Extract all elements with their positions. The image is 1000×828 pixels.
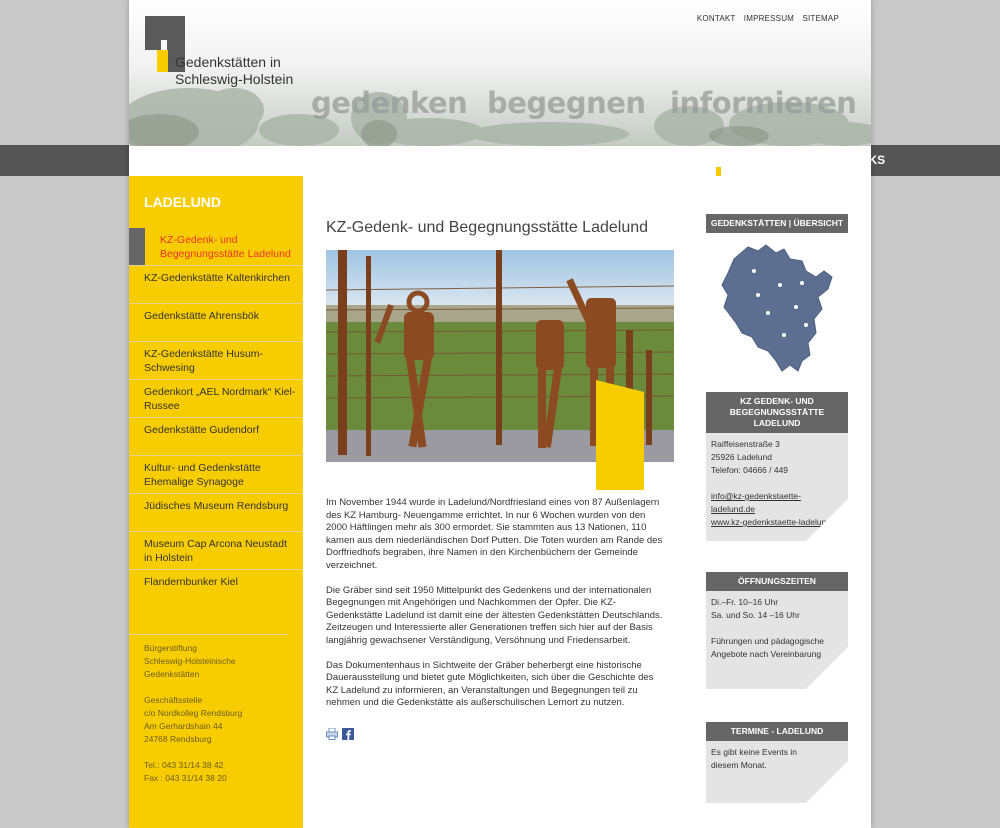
site-header: Gedenkstätten in Schleswig-Holstein KONT…	[129, 0, 871, 146]
logo-line-1: Gedenkstätten in	[175, 54, 281, 70]
facebook-icon[interactable]	[342, 728, 354, 740]
sidebar-item-ahrensboek[interactable]: Gedenkstätte Ahrensbök	[129, 303, 303, 341]
sidebar-item-husum-schwesing[interactable]: KZ-Gedenkstätte Husum-Schwesing	[129, 341, 303, 379]
folded-corner	[806, 499, 848, 541]
events-box: TERMINE - LADELUND Es gibt keine Events …	[706, 722, 848, 803]
sidebar-item-label: Museum Cap Arcona Neustadt in Holstein	[144, 538, 287, 564]
page-title: KZ-Gedenk- und Begegnungsstätte Ladelund	[326, 219, 649, 236]
slogan-begegnen: begegnen	[487, 86, 646, 120]
share-bar	[326, 728, 354, 740]
opening-hours-title: ÖFFNUNGSZEITEN	[706, 572, 848, 591]
office-line: c/o Nordkolleg Rendsburg	[144, 708, 243, 718]
sidebar-item-label: Gedenkort „AEL Nordmark“ Kiel-Russee	[144, 386, 296, 412]
sidebar-menu: KZ-Gedenk- und Begegnungsstätte Ladelund…	[129, 228, 303, 607]
org-line: Schleswig-Holsteinische	[144, 656, 236, 666]
overview-box-title: GEDENKSTÄTTEN | ÜBERSICHT	[706, 214, 848, 233]
paragraph-3: Das Dokumentenhaus in Sichtweite der Grä…	[326, 659, 654, 709]
page-container: Gedenkstätten in Schleswig-Holstein KONT…	[129, 0, 871, 828]
sidebar-title: LADELUND	[144, 194, 221, 210]
hours-line: Führungen und pädagogische	[711, 636, 824, 646]
sidebar-item-label: Jüdisches Museum Rendsburg	[144, 500, 289, 512]
street: Raiffeisenstraße 3	[711, 439, 780, 449]
sidebar-item-label: Gedenkstätte Ahrensbök	[144, 310, 259, 322]
office-line: Geschäftsstelle	[144, 695, 203, 705]
top-links: KONTAKT IMPRESSUM SITEMAP	[691, 14, 839, 23]
opening-hours-box: ÖFFNUNGSZEITEN Di.–Fr. 10–16 Uhr Sa. und…	[706, 572, 848, 689]
logo-line-2: Schleswig-Holstein	[175, 71, 294, 87]
sidebar-item-label: KZ-Gedenkstätte Husum-Schwesing	[144, 348, 264, 374]
events-text: Es gibt keine Events in diesem Monat.	[711, 747, 797, 770]
nav-foerderung[interactable]: FÖRDERUNG	[416, 145, 493, 176]
impressum-link[interactable]: IMPRESSUM	[744, 14, 794, 23]
kontakt-link[interactable]: KONTAKT	[697, 14, 735, 23]
schleswig-holstein-map-icon[interactable]	[706, 237, 848, 377]
sidebar-item-synagoge[interactable]: Kultur- und Gedenkstätte Ehemalige Synag…	[129, 455, 303, 493]
contact-box: KZ GEDENK- UND BEGEGNUNGSSTÄTTE LADELUND…	[706, 392, 848, 541]
folded-corner	[806, 761, 848, 803]
city: 25926 Ladelund	[711, 452, 772, 462]
sidebar-item-ladelund[interactable]: KZ-Gedenk- und Begegnungsstätte Ladelund	[129, 228, 303, 265]
sidebar-item-label: Gedenkstätte Gudendorf	[144, 424, 259, 436]
paragraph-2: Die Gräber sind seit 1950 Mittelpunkt de…	[326, 584, 663, 646]
sidebar-item-gudendorf[interactable]: Gedenkstätte Gudendorf	[129, 417, 303, 455]
sitemap-link[interactable]: SITEMAP	[802, 14, 839, 23]
sidebar-item-kaltenkirchen[interactable]: KZ-Gedenkstätte Kaltenkirchen	[129, 265, 303, 303]
main-nav: STARTSEITE STIFTUNG FÖRDERUNG LAGSH ProG…	[230, 145, 911, 176]
print-icon[interactable]	[326, 728, 338, 740]
sidebar-item-juedisches-museum[interactable]: Jüdisches Museum Rendsburg	[129, 493, 303, 531]
office-line: Am Gerhardshain 44	[144, 721, 223, 731]
phone: Telefon: 04666 / 449	[711, 465, 789, 475]
sidebar-item-flandernbunker[interactable]: Flandernbunker Kiel	[129, 569, 303, 607]
nav-progedenkstaetten[interactable]: ProGedenkstätten	[587, 145, 690, 176]
hours-line: Di.–Fr. 10–16 Uhr	[711, 597, 779, 607]
article-text: Im November 1944 wurde in Ladelund/Nordf…	[326, 497, 666, 722]
overview-box: GEDENKSTÄTTEN | ÜBERSICHT	[706, 214, 848, 377]
contact-box-title: KZ GEDENK- UND BEGEGNUNGSSTÄTTE LADELUND	[706, 392, 848, 433]
contact-box-body: Raiffeisenstraße 3 25926 Ladelund Telefo…	[706, 433, 848, 541]
fax: Fax : 043 31/14 38 20	[144, 773, 227, 783]
nav-stiftung[interactable]: STIFTUNG	[330, 145, 390, 176]
sidebar-item-label: Flandernbunker Kiel	[144, 576, 238, 588]
org-line: Gedenkstätten	[144, 669, 200, 679]
folded-corner	[806, 647, 848, 689]
nav-gedenkstaetten[interactable]: GEDENKSTÄTTEN	[716, 145, 823, 176]
slogan-informieren: informieren	[670, 86, 857, 120]
logo-text[interactable]: Gedenkstätten in Schleswig-Holstein	[175, 54, 293, 88]
sidebar-item-label: KZ-Gedenk- und Begegnungsstätte Ladelund	[160, 234, 291, 260]
nav-lagsh[interactable]: LAGSH	[519, 145, 561, 176]
active-indicator	[129, 228, 145, 265]
slogan-gedenken: gedenken	[311, 86, 468, 120]
sidebar-item-ael-nordmark[interactable]: Gedenkort „AEL Nordmark“ Kiel-Russee	[129, 379, 303, 417]
telephone: Tel.: 043 31/14 38 42	[144, 760, 224, 770]
sidebar-item-label: KZ-Gedenkstätte Kaltenkirchen	[144, 272, 290, 284]
paragraph-1: Im November 1944 wurde in Ladelund/Nordf…	[326, 497, 663, 571]
sidebar-item-cap-arcona[interactable]: Museum Cap Arcona Neustadt in Holstein	[129, 531, 303, 569]
hours-line: Sa. und So. 14 –16 Uhr	[711, 610, 800, 620]
events-title: TERMINE - LADELUND	[706, 722, 848, 741]
events-body: Es gibt keine Events in diesem Monat.	[706, 741, 848, 803]
foundation-contact-info: Bürgerstiftung Schleswig-Holsteinische G…	[129, 634, 288, 798]
memorial-sculpture-photo	[326, 250, 674, 490]
opening-hours-body: Di.–Fr. 10–16 Uhr Sa. und So. 14 –16 Uhr…	[706, 591, 848, 689]
org-line: Bürgerstiftung	[144, 643, 197, 653]
email-link[interactable]: info@kz-gedenkstaette-ladelund.de	[711, 491, 801, 514]
nav-links[interactable]: LINKS	[849, 145, 885, 176]
sidebar-item-label: Kultur- und Gedenkstätte Ehemalige Synag…	[144, 462, 261, 488]
office-line: 24768 Rendsburg	[144, 734, 212, 744]
hours-line: Angebote nach Vereinbarung	[711, 649, 822, 659]
left-sidebar: LADELUND KZ-Gedenk- und Begegnungsstätte…	[129, 176, 303, 828]
nav-startseite[interactable]: STARTSEITE	[230, 145, 304, 176]
